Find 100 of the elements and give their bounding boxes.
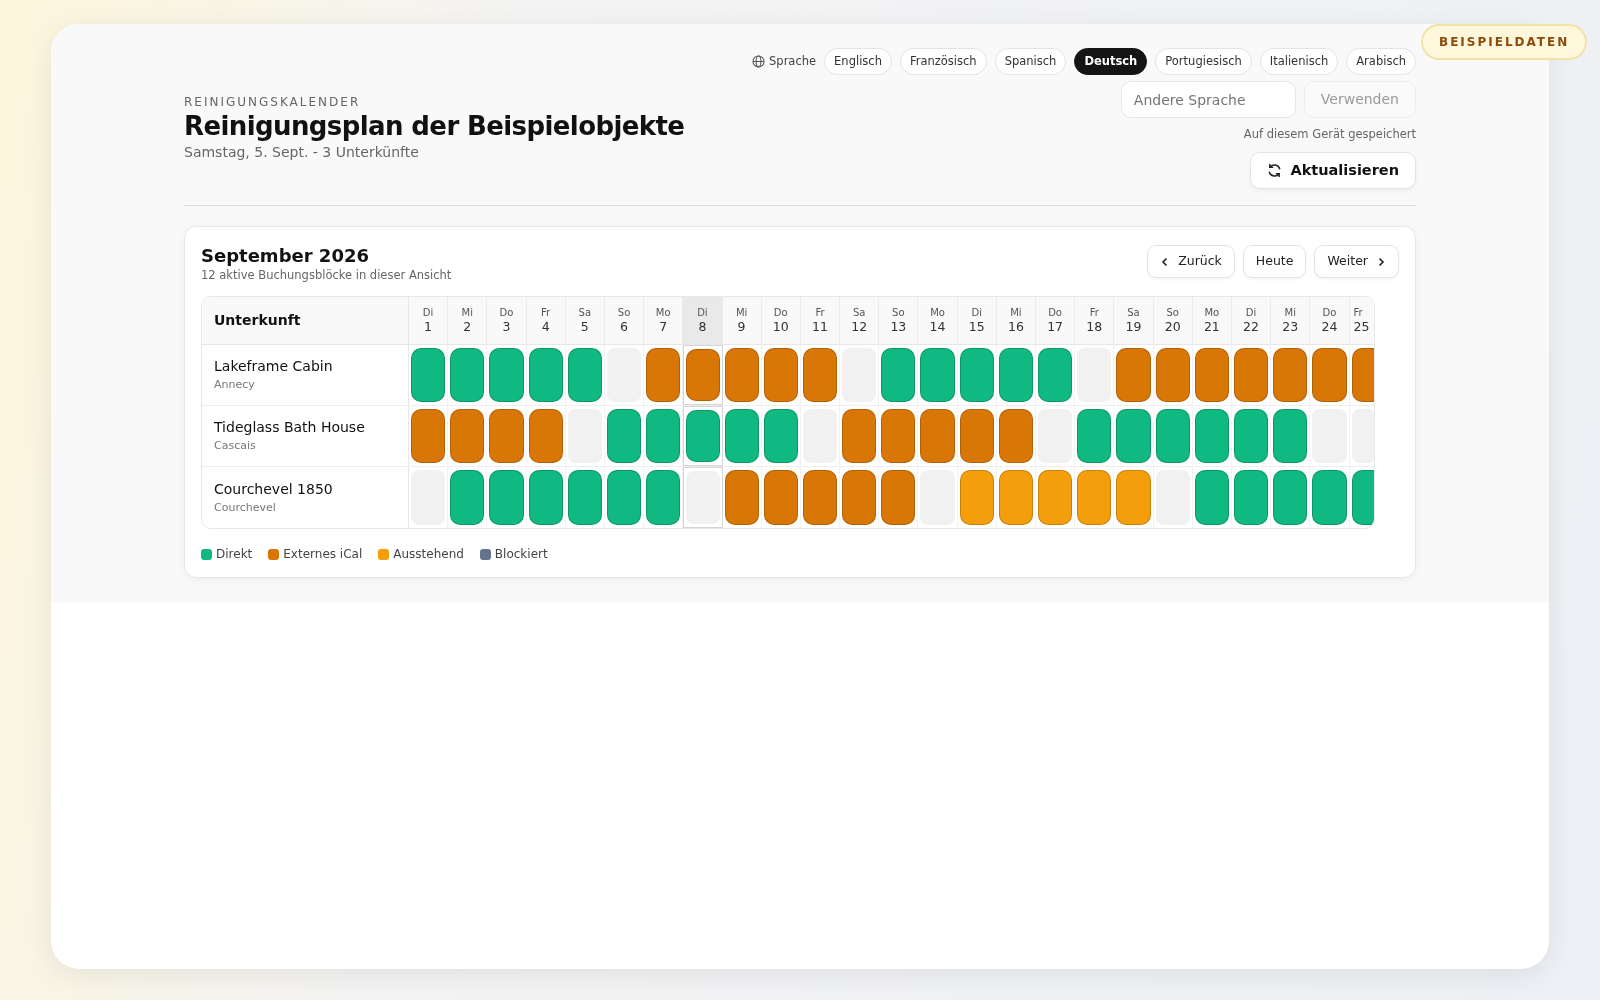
booking-block[interactable] (802, 470, 838, 526)
booking-block[interactable] (1116, 470, 1151, 526)
day-header: Fr 25 (1352, 306, 1371, 337)
booking-block[interactable] (881, 409, 916, 464)
booking-block[interactable] (646, 409, 681, 464)
property-name: Tideglass Bath House (214, 418, 366, 438)
booking-block[interactable] (606, 409, 642, 464)
day-header: Do 24 (1310, 297, 1350, 345)
booking-block[interactable] (450, 348, 485, 403)
booking-block[interactable] (920, 348, 955, 403)
booking-block[interactable] (450, 409, 485, 464)
day-header: Di 15 (957, 297, 997, 345)
refresh-icon (1267, 162, 1283, 178)
language-input-field[interactable]: Andere Sprache (1120, 81, 1296, 119)
booking-block[interactable] (1077, 470, 1112, 526)
language-label: Sprache (769, 53, 817, 70)
column-header: Unterkunft (202, 297, 409, 345)
booking-block[interactable] (646, 348, 681, 403)
booking-block[interactable] (1312, 348, 1347, 403)
booking-block[interactable] (450, 470, 485, 526)
day-header: Di 8 (683, 297, 723, 345)
day-header: Sa 12 (840, 297, 880, 345)
language-chip[interactable]: Französisch (899, 48, 987, 76)
property-location: Annecy (214, 377, 256, 394)
booking-block[interactable] (842, 470, 877, 526)
booking-block[interactable] (1194, 348, 1229, 403)
language-chip[interactable]: Arabisch (1346, 48, 1416, 76)
booking-block[interactable] (686, 349, 720, 402)
booking-block[interactable] (1155, 348, 1190, 403)
booking-block[interactable] (528, 409, 563, 464)
booking-block[interactable] (802, 348, 838, 403)
booking-block[interactable] (1077, 409, 1112, 464)
day-header: Do 17 (1036, 297, 1076, 345)
booking-block[interactable] (606, 470, 642, 526)
booking-block[interactable] (1273, 348, 1308, 403)
booking-block[interactable] (1116, 409, 1151, 464)
booking-block[interactable] (1351, 348, 1374, 403)
chevron-right-icon (1376, 256, 1386, 267)
booking-block[interactable] (528, 470, 563, 526)
language-chip[interactable]: Italienisch (1259, 48, 1339, 76)
booking-block[interactable] (842, 409, 877, 464)
booking-block[interactable] (489, 348, 524, 403)
booking-block[interactable] (1155, 409, 1190, 464)
booking-block[interactable] (411, 409, 446, 464)
day-header: Fr 4 (526, 297, 566, 345)
booking-block[interactable] (1312, 470, 1347, 526)
booking-block[interactable] (686, 410, 720, 463)
booking-block[interactable] (528, 348, 563, 403)
day-header: So 13 (879, 297, 919, 345)
booking-block[interactable] (1233, 348, 1269, 403)
booking-block[interactable] (998, 348, 1033, 403)
booking-block[interactable] (763, 470, 798, 526)
day-header: Mo 14 (918, 297, 958, 345)
booking-block[interactable] (411, 348, 446, 403)
booking-block[interactable] (1038, 348, 1073, 403)
booking-block[interactable] (959, 348, 994, 403)
booking-block[interactable] (1351, 470, 1374, 526)
previous-button[interactable]: Zurück (1147, 245, 1235, 278)
booking-block[interactable] (489, 409, 524, 464)
globe-icon (752, 55, 766, 69)
day-header: So 6 (604, 297, 645, 345)
booking-block[interactable] (881, 348, 916, 403)
booking-block[interactable] (724, 470, 759, 526)
booking-block[interactable] (1116, 348, 1151, 403)
booking-block[interactable] (959, 470, 994, 526)
booking-block[interactable] (959, 409, 994, 464)
booking-block[interactable] (1273, 409, 1308, 464)
next-button[interactable]: Weiter (1314, 245, 1399, 278)
day-header: Sa 5 (565, 297, 605, 345)
booking-block[interactable] (998, 409, 1033, 464)
day-header: Sa 19 (1114, 297, 1154, 345)
page-eyebrow: REINIGUNGSKALENDER (184, 94, 362, 112)
booking-block[interactable] (1233, 409, 1269, 464)
day-header: Mi 23 (1271, 297, 1311, 345)
language-chip[interactable]: Deutsch (1074, 48, 1148, 76)
booking-block[interactable] (1194, 470, 1229, 526)
booking-block[interactable] (920, 409, 955, 464)
booking-block[interactable] (724, 409, 759, 464)
language-chip[interactable]: Portugiesisch (1155, 48, 1252, 76)
language-chip[interactable]: Spanisch (994, 48, 1067, 76)
legend-label: Blockiert (494, 546, 548, 564)
booking-block[interactable] (567, 470, 602, 526)
booking-block[interactable] (489, 470, 524, 526)
booking-block[interactable] (763, 348, 798, 403)
day-header: Mi 16 (996, 297, 1036, 345)
booking-block[interactable] (763, 409, 798, 464)
booking-block[interactable] (1233, 470, 1269, 526)
booking-block[interactable] (567, 348, 602, 403)
booking-block[interactable] (1194, 409, 1229, 464)
booking-block[interactable] (998, 470, 1033, 526)
booking-block[interactable] (724, 348, 759, 403)
booking-block[interactable] (646, 470, 681, 526)
legend-label: Direkt (216, 546, 253, 564)
day-header: Mi 9 (722, 297, 762, 345)
today-button[interactable]: Heute (1242, 245, 1307, 278)
booking-block[interactable] (1273, 470, 1308, 526)
booking-block[interactable] (881, 470, 916, 526)
booking-block[interactable] (1038, 470, 1073, 526)
refresh-button[interactable]: Aktualisieren (1250, 151, 1416, 190)
language-chip[interactable]: Englisch (824, 48, 892, 76)
